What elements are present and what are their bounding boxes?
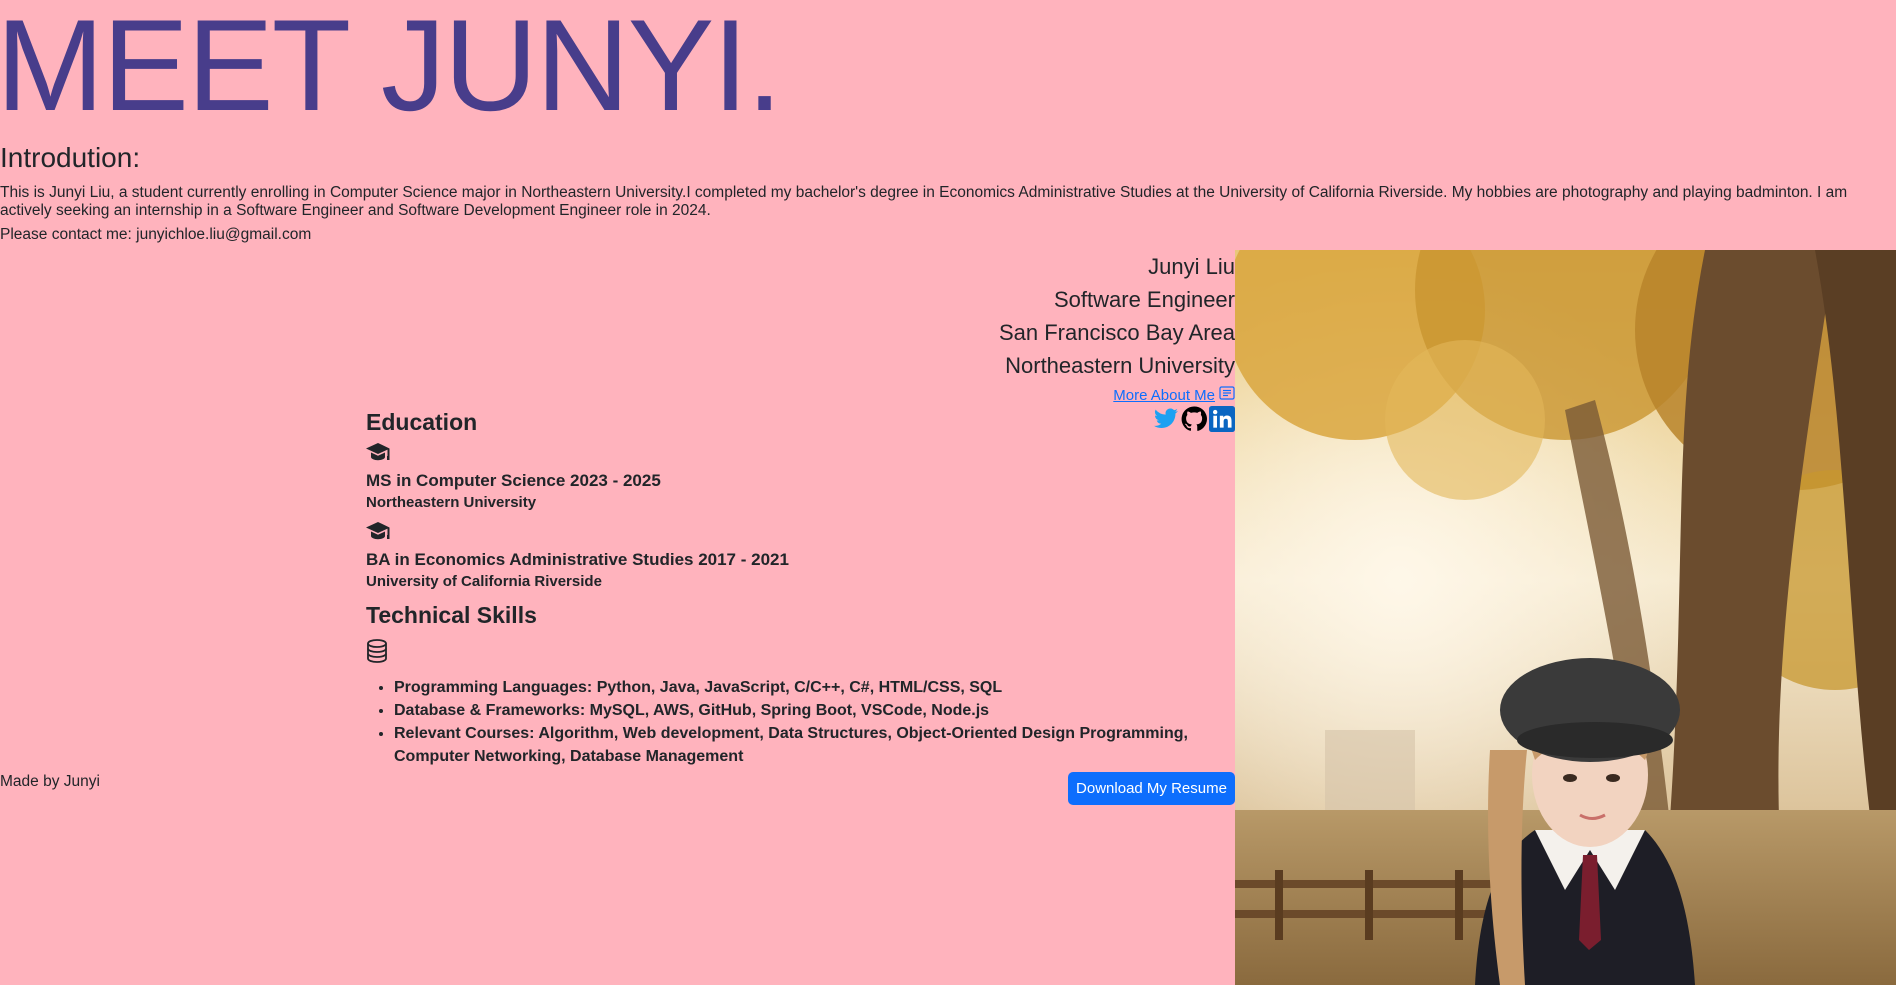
education-degree: BA in Economics Administrative Studies 2… [366, 550, 789, 569]
skills-list: Programming Languages: Python, Java, Jav… [366, 676, 1226, 768]
education-title: Education [366, 409, 478, 435]
contact-text: Please contact me: junyichloe.liu@gmail.… [0, 226, 312, 243]
card-text-icon [1219, 386, 1235, 404]
profile-photo [1235, 250, 1896, 985]
profile-school: Northeastern University [1005, 353, 1235, 378]
hero-title: MEET JUNYI. [0, 0, 783, 138]
graduation-cap-icon [366, 443, 390, 468]
intro-text: This is Junyi Liu, a student currently e… [0, 184, 1848, 219]
profile-role: Software Engineer [1054, 287, 1235, 312]
skill-item: Relevant Courses: Algorithm, Web develop… [394, 722, 1226, 768]
skills-section: Technical Skills Programming Languages: … [366, 602, 1226, 768]
education-item: BA in Economics Administrative Studies 2… [366, 521, 1226, 590]
more-about-me-label: More About Me [1113, 386, 1215, 404]
more-about-me-link[interactable]: More About Me [1113, 386, 1235, 404]
education-item: MS in Computer Science 2023 - 2025 North… [366, 442, 1226, 511]
graduation-cap-icon [366, 522, 390, 547]
footer-made-by: Made by Junyi [0, 773, 100, 790]
skill-item: Database & Frameworks: MySQL, AWS, GitHu… [394, 699, 1226, 722]
education-school: Northeastern University [366, 494, 537, 511]
profile-card: Junyi Liu Software Engineer San Francisc… [999, 250, 1235, 382]
skills-title: Technical Skills [366, 602, 537, 628]
profile-location: San Francisco Bay Area [998, 320, 1235, 345]
page-background: MEET JUNYI. Introdution: This is Junyi L… [0, 0, 1896, 985]
database-icon [366, 639, 1226, 668]
profile-name: Junyi Liu [1148, 254, 1235, 279]
download-resume-button[interactable]: Download My Resume [1068, 772, 1235, 805]
education-section: Education MS in Computer Science 2023 - … [366, 409, 1226, 590]
education-degree: MS in Computer Science 2023 - 2025 [366, 471, 661, 490]
skill-item: Programming Languages: Python, Java, Jav… [394, 676, 1226, 699]
education-school: University of California Riverside [366, 573, 602, 590]
intro-heading: Introdution: [0, 142, 141, 173]
